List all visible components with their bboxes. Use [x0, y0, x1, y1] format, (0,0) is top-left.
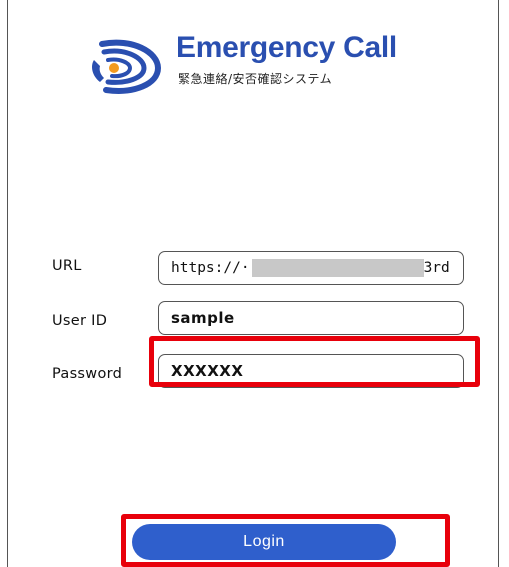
- url-label: URL: [52, 258, 82, 274]
- password-value: XXXXXX: [171, 362, 244, 380]
- url-redaction: [251, 259, 424, 277]
- user-id-value: sample: [171, 309, 235, 327]
- app-subtitle: 緊急連絡/安否確認システム: [178, 72, 333, 86]
- app-title: Emergency Call: [176, 31, 397, 64]
- login-button[interactable]: Login: [132, 524, 396, 560]
- password-field[interactable]: XXXXXX: [158, 354, 464, 388]
- user-id-label: User ID: [52, 313, 108, 329]
- user-id-field[interactable]: sample: [158, 301, 464, 335]
- login-button-label: Login: [243, 533, 285, 550]
- login-screen: Emergency Call 緊急連絡/安否確認システム URL https:/…: [0, 0, 509, 567]
- app-logo: Emergency Call 緊急連絡/安否確認システム: [88, 30, 448, 100]
- url-value-prefix: https://·: [171, 260, 250, 276]
- password-label: Password: [52, 366, 123, 382]
- screen-edge-right: [498, 0, 499, 567]
- url-field[interactable]: https://· 3rd: [158, 251, 464, 285]
- screen-edge-left: [7, 0, 8, 567]
- phone-signal-icon: [92, 39, 162, 94]
- url-value-suffix: 3rd: [423, 260, 450, 276]
